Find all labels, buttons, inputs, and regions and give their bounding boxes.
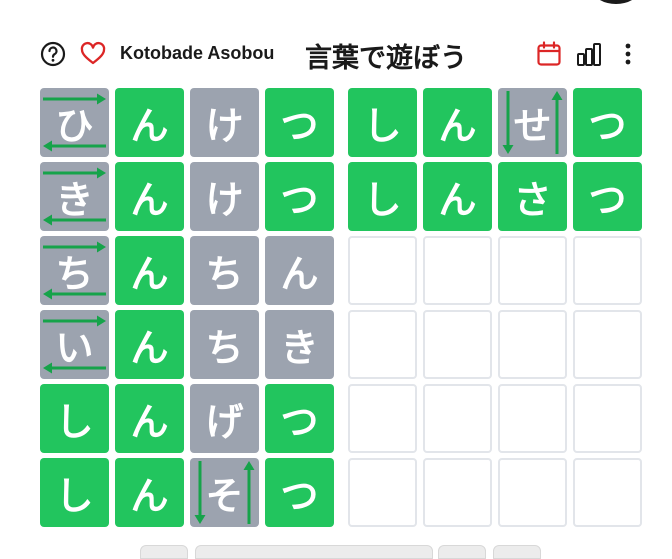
tile: き <box>40 162 109 231</box>
tile-letter: ん <box>130 400 169 444</box>
keyboard-key[interactable] <box>195 545 433 559</box>
tile: ん <box>115 236 184 305</box>
tile: ん <box>115 88 184 157</box>
tile <box>498 384 567 453</box>
app-header: Kotobade Asobou 言葉で遊ぼう <box>0 32 672 76</box>
tile <box>573 458 642 527</box>
tile-letter: け <box>205 104 244 148</box>
tile: つ <box>265 88 334 157</box>
tile: そ <box>190 458 259 527</box>
tile: せ <box>498 88 567 157</box>
tile: ん <box>423 88 492 157</box>
tile <box>348 236 417 305</box>
tile-letter: ん <box>130 326 169 370</box>
tile-letter: ん <box>130 104 169 148</box>
keyboard-key[interactable] <box>493 545 541 559</box>
tile: ん <box>265 236 334 305</box>
board-right: しんせつしんさつ <box>348 88 642 527</box>
tile-letter: ん <box>130 252 169 296</box>
tile <box>573 236 642 305</box>
tile-letter: ん <box>280 252 319 296</box>
tile <box>498 236 567 305</box>
tile-letter: ち <box>205 326 244 370</box>
tile-letter: し <box>55 400 94 444</box>
tile <box>498 310 567 379</box>
tile: し <box>348 162 417 231</box>
tile-letter: ち <box>205 252 244 296</box>
tile-letter: ん <box>438 178 477 222</box>
tile-letter: つ <box>280 104 319 148</box>
heart-icon[interactable] <box>79 40 107 68</box>
more-icon[interactable] <box>614 40 642 68</box>
tile-letter: し <box>55 474 94 518</box>
tile-letter: せ <box>513 104 552 148</box>
tile: ん <box>115 458 184 527</box>
calendar-icon[interactable] <box>535 40 563 68</box>
tile <box>348 458 417 527</box>
tile: つ <box>573 162 642 231</box>
tile: し <box>348 88 417 157</box>
tile <box>498 458 567 527</box>
tile-letter: ん <box>130 474 169 518</box>
tile-letter: つ <box>280 474 319 518</box>
tile-letter: つ <box>280 400 319 444</box>
tile: つ <box>573 88 642 157</box>
tile <box>573 384 642 453</box>
tile-letter: つ <box>588 178 627 222</box>
tile-letter: ひ <box>55 104 94 148</box>
tile: さ <box>498 162 567 231</box>
tile-letter: さ <box>513 178 552 222</box>
app-name: Kotobade Asobou <box>120 43 275 63</box>
tile: け <box>190 162 259 231</box>
tile: ひ <box>40 88 109 157</box>
tile-letter: そ <box>205 474 244 518</box>
app-title: 言葉で遊ぼう <box>305 43 467 74</box>
tile <box>423 236 492 305</box>
tile: つ <box>265 162 334 231</box>
tile <box>423 458 492 527</box>
tile-letter: し <box>363 104 402 148</box>
tile: つ <box>265 458 334 527</box>
tile <box>573 310 642 379</box>
tile: し <box>40 458 109 527</box>
tile-letter: き <box>55 178 94 222</box>
tile-letter: け <box>205 178 244 222</box>
tile: ん <box>115 384 184 453</box>
tile-letter: ち <box>55 252 94 296</box>
tile-letter: ん <box>438 104 477 148</box>
tile: ち <box>190 310 259 379</box>
tile: ん <box>115 162 184 231</box>
tile: つ <box>265 384 334 453</box>
tile <box>423 310 492 379</box>
tile-letter: つ <box>280 178 319 222</box>
keyboard-key[interactable] <box>140 545 188 559</box>
tile-letter: ん <box>130 178 169 222</box>
tile: き <box>265 310 334 379</box>
help-icon[interactable] <box>39 40 67 68</box>
tile: ん <box>423 162 492 231</box>
keyboard-key[interactable] <box>438 545 486 559</box>
tile: げ <box>190 384 259 453</box>
tile <box>348 384 417 453</box>
board-left: ひんけつきんけつちんちんいんちきしんげつしんそつ <box>40 88 334 527</box>
tile: い <box>40 310 109 379</box>
tile: ち <box>40 236 109 305</box>
tile <box>348 310 417 379</box>
tile-letter: き <box>280 326 319 370</box>
stats-icon[interactable] <box>575 40 603 68</box>
tile-letter: げ <box>205 400 244 444</box>
tile-letter: し <box>363 178 402 222</box>
tile-letter: つ <box>588 104 627 148</box>
tile-letter: い <box>55 326 94 370</box>
tile: ん <box>115 310 184 379</box>
tile: し <box>40 384 109 453</box>
tile: ち <box>190 236 259 305</box>
account-avatar[interactable] <box>594 0 638 4</box>
tile: け <box>190 88 259 157</box>
tile <box>423 384 492 453</box>
